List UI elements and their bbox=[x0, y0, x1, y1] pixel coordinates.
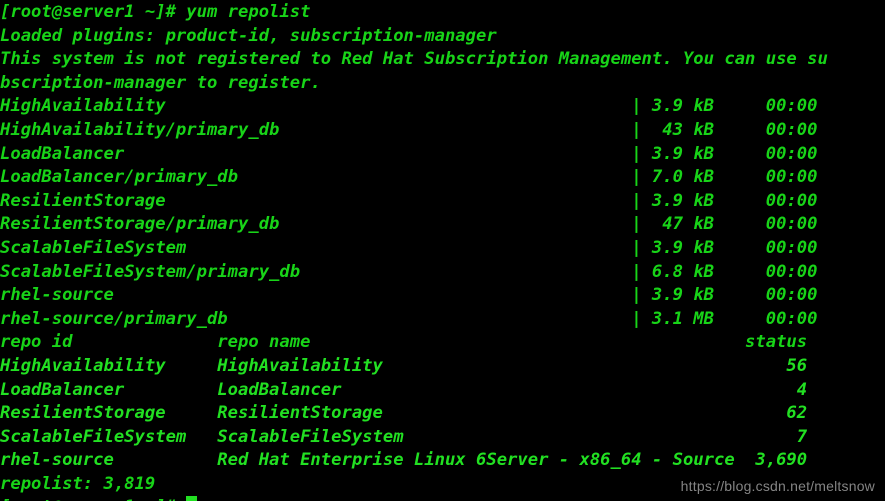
terminal-line-repo-meta: ResilientStorage/primary_db | 47 kB 00:0… bbox=[0, 214, 818, 235]
terminal-line-repo-meta: rhel-source | 3.9 kB 00:00 bbox=[0, 285, 818, 306]
terminal-line-warning-part2: bscription-manager to register. bbox=[0, 72, 321, 93]
terminal-line-repo-meta: LoadBalancer | 3.9 kB 00:00 bbox=[0, 143, 818, 164]
terminal-line-repo-meta: HighAvailability/primary_db | 43 kB 00:0… bbox=[0, 119, 818, 140]
terminal-line-repo-meta: ScalableFileSystem/primary_db | 6.8 kB 0… bbox=[0, 261, 818, 282]
repo-table-row: rhel-source Red Hat Enterprise Linux 6Se… bbox=[0, 450, 808, 471]
repo-table-row: HighAvailability HighAvailability 56 bbox=[0, 355, 808, 376]
repo-table-row: ScalableFileSystem ScalableFileSystem 7 bbox=[0, 426, 808, 447]
terminal-line-repo-meta: LoadBalancer/primary_db | 7.0 kB 00:00 bbox=[0, 167, 818, 188]
repo-table-header: repo id repo name status bbox=[0, 332, 808, 353]
watermark-url: https://blog.csdn.net/meltsnow bbox=[680, 478, 875, 494]
terminal-line-repo-meta: ScalableFileSystem | 3.9 kB 00:00 bbox=[0, 237, 818, 258]
terminal-prompt-line: [root@server1 ~]# bbox=[0, 496, 885, 501]
terminal-line-repo-meta: ResilientStorage | 3.9 kB 00:00 bbox=[0, 190, 818, 211]
terminal-line-repo-meta: HighAvailability | 3.9 kB 00:00 bbox=[0, 96, 818, 117]
repo-table-row: ResilientStorage ResilientStorage 62 bbox=[0, 403, 808, 424]
terminal-line-repo-meta: rhel-source/primary_db | 3.1 MB 00:00 bbox=[0, 308, 818, 329]
text-cursor[interactable] bbox=[186, 496, 198, 501]
terminal-line-warning-part1: This system is not registered to Red Hat… bbox=[0, 49, 828, 70]
repo-table-row: LoadBalancer LoadBalancer 4 bbox=[0, 379, 808, 400]
terminal-line-plugins: Loaded plugins: product-id, subscription… bbox=[0, 25, 497, 46]
terminal-output: [root@server1 ~]# yum repolist Loaded pl… bbox=[0, 1, 885, 501]
shell-prompt: [root@server1 ~]# bbox=[0, 497, 186, 501]
terminal-line-command: [root@server1 ~]# yum repolist bbox=[0, 2, 311, 22]
terminal-window[interactable]: [root@server1 ~]# yum repolist Loaded pl… bbox=[0, 0, 885, 501]
